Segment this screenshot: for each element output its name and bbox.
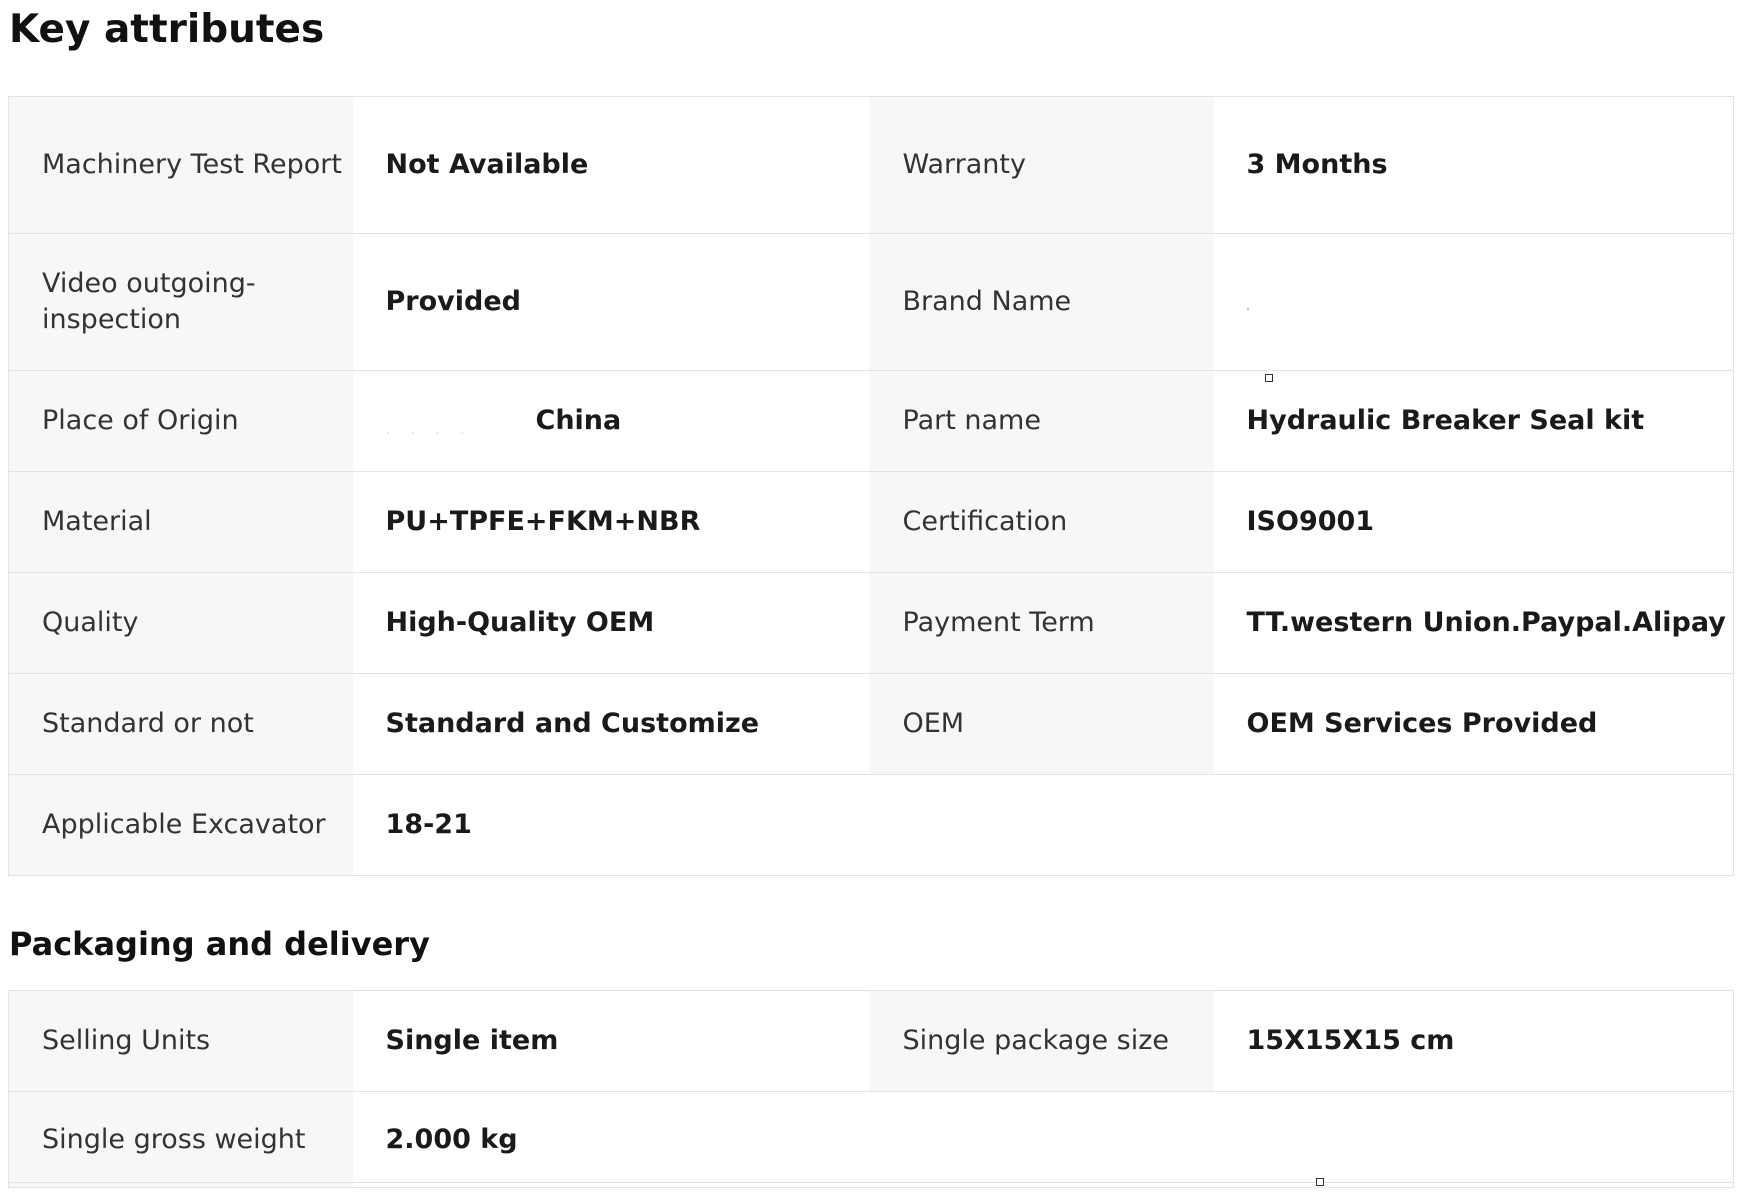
attribute-value-warranty: 3 Months — [1213, 96, 1734, 234]
attribute-value-selling-units: Single item — [352, 990, 870, 1092]
attribute-label-standard-or-not: Standard or not — [8, 673, 353, 775]
bottom-divider — [8, 1182, 1733, 1183]
attribute-label-certification: Certification — [869, 471, 1214, 573]
attribute-label-video-outgoing-inspection: Video outgoing-inspection — [8, 233, 353, 371]
attribute-label-oem: OEM — [869, 673, 1214, 775]
attribute-row: Standard or not Standard and Customize O… — [8, 673, 1734, 775]
selection-handle[interactable] — [1316, 1178, 1324, 1186]
attribute-value-applicable-excavator: 18-21 — [352, 774, 1734, 876]
attribute-label-applicable-excavator: Applicable Excavator — [8, 774, 353, 876]
attribute-value-video-outgoing-inspection: Provided — [352, 233, 870, 371]
attribute-label-machinery-test-report: Machinery Test Report — [8, 96, 353, 234]
attribute-label-single-gross-weight: Single gross weight — [8, 1091, 353, 1188]
attribute-value-brand-name — [1213, 233, 1734, 371]
key-attributes-heading: Key attributes — [9, 7, 325, 52]
attribute-row: Applicable Excavator 18-21 — [8, 774, 1734, 876]
attribute-value-payment-term: TT.western Union.Paypal.Alipay — [1213, 572, 1734, 674]
origin-country: China — [535, 405, 622, 436]
attribute-value-single-package-size: 15X15X15 cm — [1213, 990, 1734, 1092]
attribute-label-payment-term: Payment Term — [869, 572, 1214, 674]
attribute-row: Material PU+TPFE+FKM+NBR Certification I… — [8, 471, 1734, 573]
redacted-region: . . . . — [385, 421, 473, 438]
attribute-value-quality: High-Quality OEM — [352, 572, 870, 674]
attribute-row: Video outgoing-inspection Provided Brand… — [8, 233, 1734, 371]
attribute-label-quality: Quality — [8, 572, 353, 674]
attribute-value-oem: OEM Services Provided — [1213, 673, 1734, 775]
product-attributes-page: Key attributes Machinery Test Report Not… — [0, 0, 1758, 1192]
attribute-label-single-package-size: Single package size — [869, 990, 1214, 1092]
attribute-value-machinery-test-report: Not Available — [352, 96, 870, 234]
attribute-row: Single gross weight 2.000 kg — [8, 1091, 1734, 1188]
attribute-value-certification: ISO9001 — [1213, 471, 1734, 573]
packaging-delivery-heading: Packaging and delivery — [9, 925, 430, 963]
attribute-value-single-gross-weight: 2.000 kg — [352, 1091, 1734, 1188]
attribute-value-place-of-origin: . . . . China — [352, 370, 870, 472]
attribute-label-part-name: Part name — [869, 370, 1214, 472]
attribute-row: Quality High-Quality OEM Payment Term TT… — [8, 572, 1734, 674]
attribute-label-place-of-origin: Place of Origin — [8, 370, 353, 472]
redacted-brand-mark — [1246, 308, 1249, 310]
attribute-row: Selling Units Single item Single package… — [8, 990, 1734, 1092]
attribute-value-material: PU+TPFE+FKM+NBR — [352, 471, 870, 573]
attribute-label-brand-name: Brand Name — [869, 233, 1214, 371]
selection-handle[interactable] — [1265, 374, 1273, 382]
key-attributes-table: Machinery Test Report Not Available Warr… — [8, 96, 1734, 876]
attribute-label-selling-units: Selling Units — [8, 990, 353, 1092]
attribute-label-material: Material — [8, 471, 353, 573]
attribute-row: Place of Origin . . . . China Part name H… — [8, 370, 1734, 472]
attribute-value-part-name: Hydraulic Breaker Seal kit — [1213, 370, 1734, 472]
attribute-label-warranty: Warranty — [869, 96, 1214, 234]
attribute-value-standard-or-not: Standard and Customize — [352, 673, 870, 775]
packaging-delivery-table: Selling Units Single item Single package… — [8, 990, 1734, 1188]
attribute-row: Machinery Test Report Not Available Warr… — [8, 96, 1734, 234]
